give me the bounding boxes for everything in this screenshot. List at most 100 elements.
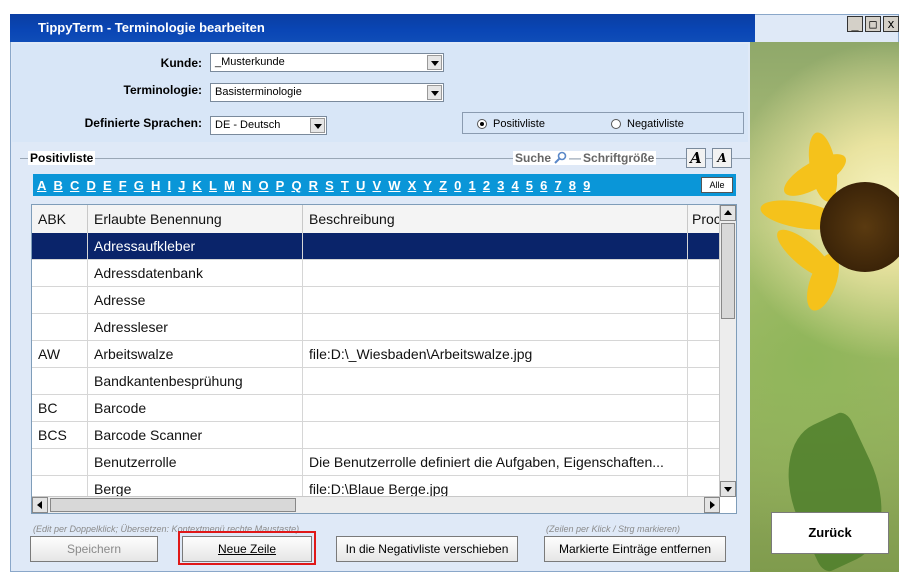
arrow-up-icon bbox=[724, 210, 732, 215]
table-row[interactable]: Adressdatenbank bbox=[32, 260, 720, 287]
alphabet-letter[interactable]: U bbox=[356, 178, 365, 193]
cell-beschreibung bbox=[303, 368, 688, 395]
sprachen-dropdown[interactable]: DE - Deutsch bbox=[210, 116, 327, 135]
table-row[interactable]: AW Arbeitswalze file:D:\_Wiesbaden\Arbei… bbox=[32, 341, 720, 368]
alphabet-letter[interactable]: T bbox=[341, 178, 349, 193]
alphabet-letter[interactable]: X bbox=[408, 178, 417, 193]
alphabet-letter[interactable]: 1 bbox=[468, 178, 475, 193]
radio-selected-icon[interactable] bbox=[477, 119, 487, 129]
vertical-scrollbar[interactable] bbox=[719, 205, 736, 497]
cell-abk bbox=[32, 449, 88, 476]
table-row[interactable]: Adresse bbox=[32, 287, 720, 314]
alphabet-letter[interactable]: H bbox=[151, 178, 160, 193]
scroll-up-button[interactable] bbox=[720, 205, 736, 221]
cell-proc bbox=[688, 395, 720, 422]
alphabet-letter[interactable]: 3 bbox=[497, 178, 504, 193]
cell-abk: BCS bbox=[32, 422, 88, 449]
minimize-button[interactable]: _ bbox=[847, 16, 863, 32]
cell-beschreibung bbox=[303, 287, 688, 314]
alphabet-letter[interactable]: B bbox=[53, 178, 62, 193]
alphabet-letter[interactable]: K bbox=[193, 178, 202, 193]
alphabet-letter[interactable]: N bbox=[242, 178, 251, 193]
radio-negativliste[interactable]: Negativliste bbox=[611, 118, 684, 130]
alphabet-letter[interactable]: J bbox=[178, 178, 185, 193]
alphabet-letter[interactable]: 9 bbox=[583, 178, 590, 193]
alphabet-letter[interactable]: Q bbox=[291, 178, 301, 193]
vertical-scroll-thumb[interactable] bbox=[721, 223, 735, 319]
alphabet-letter[interactable]: R bbox=[309, 178, 318, 193]
font-larger-button[interactable]: A bbox=[686, 148, 706, 168]
select-hint: (Zeilen per Klick / Strg markieren) bbox=[546, 524, 681, 534]
alphabet-letter[interactable]: 0 bbox=[454, 178, 461, 193]
search-icon[interactable] bbox=[553, 151, 567, 165]
table-row[interactable]: Benutzerrolle Die Benutzerrolle definier… bbox=[32, 449, 720, 476]
entfernen-button[interactable]: Markierte Einträge entfernen bbox=[544, 536, 726, 562]
radio-positivliste[interactable]: Positivliste bbox=[477, 118, 545, 130]
horizontal-scroll-thumb[interactable] bbox=[50, 498, 296, 512]
alphabet-letter[interactable]: 2 bbox=[483, 178, 490, 193]
table-row[interactable]: Adressleser bbox=[32, 314, 720, 341]
terminologie-label: Terminologie: bbox=[123, 83, 202, 97]
alphabet-letter[interactable]: A bbox=[37, 178, 46, 193]
cell-benennung: Arbeitswalze bbox=[88, 341, 303, 368]
table-row[interactable]: BCS Barcode Scanner bbox=[32, 422, 720, 449]
column-header-proc[interactable]: Proc bbox=[688, 205, 720, 233]
terminology-table: ABK Erlaubte Benennung Beschreibung Proc… bbox=[31, 204, 737, 514]
scroll-right-button[interactable] bbox=[704, 497, 720, 513]
alphabet-letter[interactable]: M bbox=[224, 178, 235, 193]
cell-abk: BC bbox=[32, 395, 88, 422]
alphabet-letter[interactable]: Y bbox=[423, 178, 432, 193]
font-smaller-button[interactable]: A bbox=[712, 148, 732, 168]
column-header-abk[interactable]: ABK bbox=[32, 205, 88, 233]
cell-beschreibung bbox=[303, 422, 688, 449]
alphabet-letter[interactable]: E bbox=[103, 178, 112, 193]
alphabet-letter[interactable]: D bbox=[86, 178, 95, 193]
close-button[interactable]: x bbox=[883, 16, 899, 32]
alphabet-letter[interactable]: G bbox=[134, 178, 144, 193]
chevron-down-icon[interactable] bbox=[427, 85, 442, 100]
alphabet-letter[interactable]: F bbox=[119, 178, 127, 193]
cell-beschreibung: Die Benutzerrolle definiert die Aufgaben… bbox=[303, 449, 688, 476]
alphabet-letter[interactable]: O bbox=[258, 178, 268, 193]
scroll-down-button[interactable] bbox=[720, 481, 736, 497]
maximize-button[interactable]: □ bbox=[865, 16, 881, 32]
arrow-down-icon bbox=[724, 487, 732, 492]
alphabet-letter[interactable]: Z bbox=[439, 178, 447, 193]
column-header-benennung[interactable]: Erlaubte Benennung bbox=[88, 205, 303, 233]
scroll-left-button[interactable] bbox=[32, 497, 48, 513]
cell-proc bbox=[688, 260, 720, 287]
cell-benennung: Barcode Scanner bbox=[88, 422, 303, 449]
alphabet-letter[interactable]: W bbox=[388, 178, 400, 193]
list-group-label: Positivliste bbox=[28, 151, 96, 165]
cell-proc bbox=[688, 287, 720, 314]
alphabet-letter[interactable]: V bbox=[372, 178, 381, 193]
chevron-down-icon[interactable] bbox=[310, 118, 325, 133]
zurueck-button[interactable]: Zurück bbox=[771, 512, 889, 554]
alphabet-letter[interactable]: P bbox=[276, 178, 285, 193]
table-row[interactable]: Bandkantenbesprühung bbox=[32, 368, 720, 395]
radio-unselected-icon[interactable] bbox=[611, 119, 621, 129]
alphabet-letter[interactable]: C bbox=[70, 178, 79, 193]
kunde-dropdown[interactable]: _Musterkunde bbox=[210, 53, 444, 72]
font-size-label: Schriftgröße bbox=[583, 151, 655, 165]
alphabet-letter[interactable]: S bbox=[325, 178, 334, 193]
table-row[interactable]: BC Barcode bbox=[32, 395, 720, 422]
alphabet-letter[interactable]: 4 bbox=[511, 178, 518, 193]
search-area[interactable]: Suche — Schriftgröße bbox=[513, 151, 657, 165]
kunde-value: _Musterkunde bbox=[215, 56, 285, 68]
alphabet-letter[interactable]: L bbox=[209, 178, 217, 193]
terminologie-dropdown[interactable]: Basisterminologie bbox=[210, 83, 444, 102]
table-row[interactable]: Adressaufkleber bbox=[32, 233, 720, 260]
alphabet-letter[interactable]: 7 bbox=[554, 178, 561, 193]
alphabet-letter[interactable]: 5 bbox=[526, 178, 533, 193]
column-header-beschreibung[interactable]: Beschreibung bbox=[303, 205, 688, 233]
chevron-down-icon[interactable] bbox=[427, 55, 442, 70]
horizontal-scrollbar[interactable] bbox=[32, 496, 720, 513]
alle-button[interactable]: Alle bbox=[701, 177, 733, 193]
window-title-bar: TippyTerm - Terminologie bearbeiten bbox=[10, 14, 755, 42]
alphabet-letter[interactable]: 8 bbox=[569, 178, 576, 193]
alphabet-letter[interactable]: 6 bbox=[540, 178, 547, 193]
negativliste-button[interactable]: In die Negativliste verschieben bbox=[336, 536, 518, 562]
alphabet-letter[interactable]: I bbox=[167, 178, 171, 193]
speichern-button[interactable]: Speichern bbox=[30, 536, 158, 562]
